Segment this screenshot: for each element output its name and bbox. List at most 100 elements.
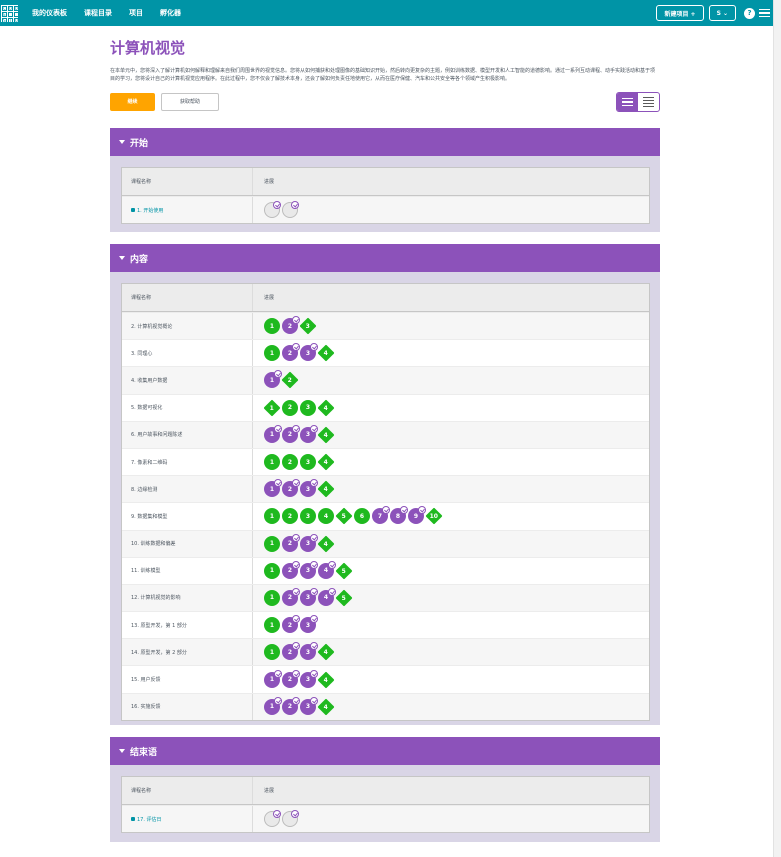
lesson-group-header[interactable]: 结束语 <box>110 737 660 765</box>
level-bubble[interactable]: 2 <box>282 479 300 498</box>
level-bubble[interactable]: 1 <box>264 644 280 661</box>
level-bubble[interactable]: 3 <box>300 424 318 443</box>
assessment-level-bubble[interactable]: 2 <box>281 371 299 389</box>
level-bubble[interactable]: 4 <box>318 508 334 525</box>
nav-projects-link[interactable]: 项目 <box>129 8 143 18</box>
code-logo[interactable]: COD ESTU <box>1 4 19 23</box>
assessment-level-bubble[interactable]: 4 <box>317 671 335 689</box>
level-bubble[interactable]: 3 <box>300 696 318 715</box>
level-bubble[interactable]: 1 <box>264 454 280 471</box>
level-bubble[interactable]: 1 <box>264 589 280 606</box>
user-menu-button[interactable]: S ⌄ <box>708 5 736 21</box>
level-bubble[interactable]: 4 <box>318 560 336 579</box>
assessment-level-bubble[interactable]: 5 <box>335 589 353 607</box>
level-bubble[interactable]: 1 <box>264 562 280 579</box>
lesson-name-link[interactable]: 2. 计算机视觉概论 <box>122 313 253 340</box>
level-bubble[interactable]: 2 <box>282 587 300 606</box>
assessment-level-bubble[interactable]: 1 <box>263 399 281 417</box>
level-bubble[interactable] <box>282 810 299 828</box>
lesson-name-link[interactable]: 3. 同理心 <box>122 340 253 367</box>
level-bubble[interactable]: 1 <box>264 617 280 634</box>
assessment-level-bubble[interactable]: 4 <box>317 698 335 716</box>
level-bubble[interactable]: 1 <box>264 424 282 443</box>
level-bubble[interactable]: 2 <box>282 696 300 715</box>
level-bubble[interactable]: 2 <box>282 508 298 525</box>
assessment-level-bubble[interactable]: 4 <box>317 643 335 661</box>
level-bubble[interactable]: 3 <box>300 399 316 416</box>
level-bubble[interactable]: 3 <box>300 560 318 579</box>
assessment-level-bubble[interactable]: 4 <box>317 535 335 553</box>
level-bubble[interactable]: 2 <box>282 343 300 362</box>
lesson-name-link[interactable]: 13. 原型开发，第 1 部分 <box>122 612 253 639</box>
level-bubble[interactable]: 3 <box>300 343 318 362</box>
level-bubble[interactable]: 2 <box>282 424 300 443</box>
lesson-name-link[interactable]: 6. 用户故事和问题陈述 <box>122 421 253 448</box>
continue-button[interactable]: 继续 <box>110 93 155 111</box>
lesson-group-header[interactable]: 开始 <box>110 128 660 156</box>
level-bubble[interactable]: 8 <box>390 506 408 525</box>
new-project-button[interactable]: 新建项目 + <box>656 5 704 21</box>
lesson-name-link[interactable]: 17. 评估日 <box>122 806 253 833</box>
nav-incubator-link[interactable]: 孵化器 <box>160 8 181 18</box>
level-bubble[interactable]: 9 <box>408 506 426 525</box>
assessment-level-bubble[interactable]: 5 <box>335 562 353 580</box>
lesson-name-link[interactable]: 15. 用户反馈 <box>122 666 253 693</box>
list-view-icon[interactable] <box>617 93 638 111</box>
level-bubble[interactable]: 2 <box>282 454 298 471</box>
level-bubble[interactable]: 3 <box>300 669 318 688</box>
assessment-level-bubble[interactable]: 3 <box>299 317 317 335</box>
level-bubble[interactable]: 3 <box>300 642 318 661</box>
assessment-level-bubble[interactable]: 4 <box>317 480 335 498</box>
nav-dashboard-link[interactable]: 我的仪表板 <box>32 8 67 18</box>
lesson-name-link[interactable]: 10. 训练数据和偏差 <box>122 530 253 557</box>
nav-course-catalog-link[interactable]: 课程目录 <box>84 8 112 18</box>
lesson-name-link[interactable]: 11. 训练模型 <box>122 557 253 584</box>
lesson-name-link[interactable]: 14. 原型开发，第 2 部分 <box>122 639 253 666</box>
level-bubble[interactable]: 1 <box>264 508 280 525</box>
lesson-group-header[interactable]: 内容 <box>110 244 660 272</box>
level-bubble[interactable]: 1 <box>264 479 282 498</box>
level-bubble[interactable]: 3 <box>300 533 318 552</box>
level-bubble[interactable]: 1 <box>264 318 280 335</box>
assessment-level-bubble[interactable]: 10 <box>425 507 443 525</box>
level-bubble[interactable]: 2 <box>282 533 300 552</box>
assessment-level-bubble[interactable]: 4 <box>317 426 335 444</box>
level-bubble[interactable]: 3 <box>300 615 318 634</box>
lesson-name-link[interactable]: 8. 边缘检测 <box>122 476 253 503</box>
scrollbar[interactable] <box>773 0 781 857</box>
level-bubble[interactable]: 3 <box>300 508 316 525</box>
lesson-name-link[interactable]: 12. 计算机视觉的影响 <box>122 584 253 612</box>
level-bubble[interactable]: 3 <box>300 587 318 606</box>
level-bubble[interactable]: 7 <box>372 506 390 525</box>
level-bubble[interactable]: 2 <box>282 316 300 335</box>
level-bubble[interactable]: 2 <box>282 560 300 579</box>
assessment-level-bubble[interactable]: 4 <box>317 453 335 471</box>
detail-view-icon[interactable] <box>638 93 659 111</box>
level-bubble[interactable] <box>264 201 281 219</box>
hamburger-menu-icon[interactable] <box>759 7 770 20</box>
lesson-name-link[interactable]: 1. 开始使用 <box>122 197 253 224</box>
level-bubble[interactable]: 1 <box>264 696 282 715</box>
level-bubble[interactable] <box>264 810 281 828</box>
level-bubble[interactable]: 1 <box>264 669 282 688</box>
assessment-level-bubble[interactable]: 4 <box>317 399 335 417</box>
level-bubble[interactable]: 1 <box>264 535 280 552</box>
level-bubble[interactable]: 6 <box>354 508 370 525</box>
lesson-name-link[interactable]: 4. 收集用户数据 <box>122 367 253 394</box>
lesson-name-link[interactable]: 5. 数据可视化 <box>122 394 253 421</box>
level-bubble[interactable]: 3 <box>300 479 318 498</box>
lesson-name-link[interactable]: 16. 实施反馈 <box>122 693 253 720</box>
level-bubble[interactable]: 1 <box>264 345 280 362</box>
lesson-name-link[interactable]: 9. 数据集和模型 <box>122 503 253 530</box>
level-bubble[interactable] <box>282 201 299 219</box>
level-bubble[interactable]: 4 <box>318 587 336 606</box>
get-help-button[interactable]: 获取帮助 <box>161 93 219 111</box>
level-bubble[interactable]: 3 <box>300 454 316 471</box>
level-bubble[interactable]: 2 <box>282 669 300 688</box>
assessment-level-bubble[interactable]: 4 <box>317 344 335 362</box>
assessment-level-bubble[interactable]: 5 <box>335 507 353 525</box>
lesson-name-link[interactable]: 7. 像素和二维码 <box>122 448 253 476</box>
level-bubble[interactable]: 2 <box>282 642 300 661</box>
level-bubble[interactable]: 2 <box>282 399 298 416</box>
level-bubble[interactable]: 1 <box>264 370 282 389</box>
